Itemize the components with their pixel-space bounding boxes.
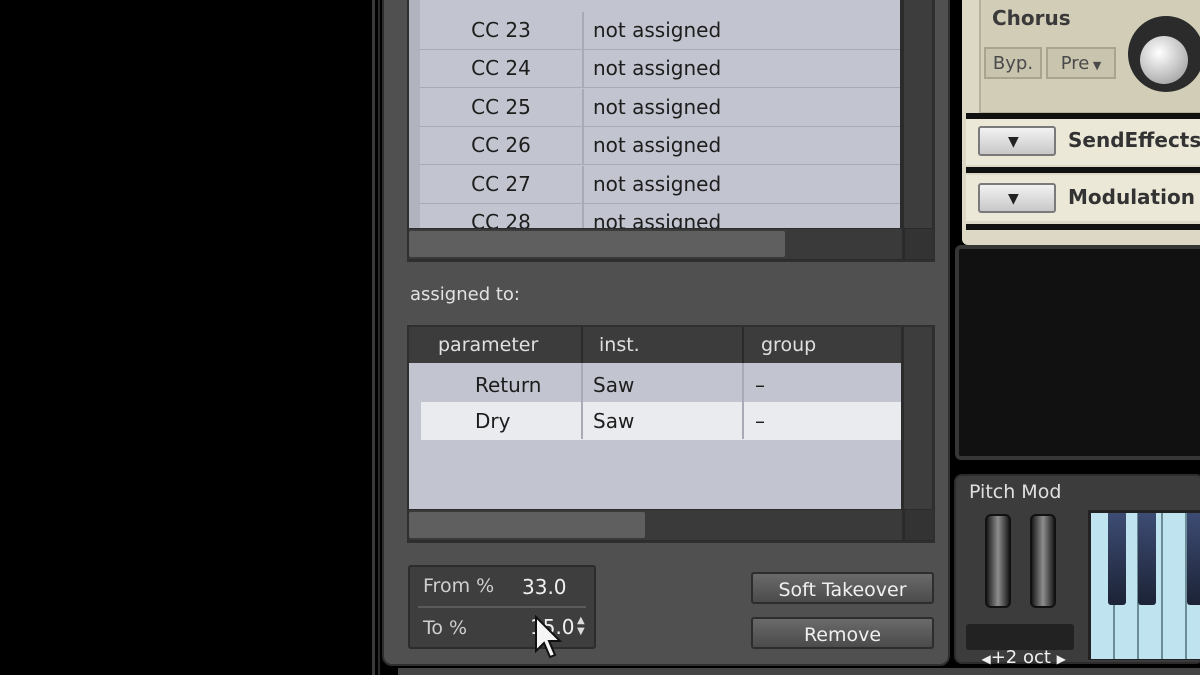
from-percent-value[interactable]: 33.0 bbox=[522, 575, 567, 599]
soft-takeover-button[interactable]: Soft Takeover bbox=[751, 572, 934, 604]
assigned-table-header: parameter inst. group bbox=[409, 327, 901, 363]
white-key[interactable] bbox=[1163, 513, 1187, 659]
column-divider bbox=[581, 327, 583, 363]
assigned-vertical-scrollbar[interactable] bbox=[902, 327, 932, 509]
column-header-group[interactable]: group bbox=[761, 327, 816, 363]
preset-label: Pre bbox=[1060, 53, 1090, 74]
cc-assignment: not assigned bbox=[593, 210, 722, 228]
mod-wheel[interactable] bbox=[1030, 514, 1056, 608]
assigned-parameter: Return bbox=[475, 373, 542, 397]
assigned-row[interactable]: Return Saw – bbox=[409, 366, 901, 404]
cc-list-body: CC 23 not assigned CC 24 not assigned CC… bbox=[420, 0, 900, 228]
send-effects-label: SendEffects bbox=[1068, 128, 1200, 152]
triangle-left-icon[interactable]: ◀ bbox=[981, 652, 990, 666]
modulation-label: Modulation bbox=[1068, 185, 1195, 209]
column-header-parameter[interactable]: parameter bbox=[438, 327, 538, 363]
knob-cap-icon bbox=[1140, 36, 1188, 84]
preset-button[interactable]: Pre ▼ bbox=[1046, 47, 1116, 79]
assigned-instrument: Saw bbox=[593, 409, 635, 433]
cc-assignment: not assigned bbox=[593, 18, 722, 42]
empty-workspace bbox=[0, 0, 372, 675]
column-divider bbox=[742, 327, 744, 363]
cc-assignment: not assigned bbox=[593, 95, 722, 119]
cc-assignment: not assigned bbox=[593, 133, 722, 157]
chorus-title: Chorus bbox=[992, 6, 1071, 30]
assigned-scroll-thumb[interactable] bbox=[409, 512, 645, 538]
assigned-parameter: Dry bbox=[475, 409, 511, 433]
cc-list-scroll-corner bbox=[903, 229, 933, 259]
section-divider bbox=[966, 167, 1200, 173]
bypass-button[interactable]: Byp. bbox=[984, 47, 1042, 79]
black-key[interactable] bbox=[1108, 513, 1126, 605]
triangle-right-icon[interactable]: ▶ bbox=[1057, 652, 1066, 666]
cc-list-scroll-thumb[interactable] bbox=[409, 231, 785, 257]
assigned-group: – bbox=[755, 409, 765, 433]
send-effects-expand-button[interactable]: ▼ bbox=[978, 126, 1056, 156]
triangle-down-icon: ▼ bbox=[1008, 191, 1019, 207]
cc-row[interactable]: CC 26 not assigned bbox=[420, 127, 900, 165]
column-header-inst[interactable]: inst. bbox=[599, 327, 640, 363]
pitch-wheel[interactable] bbox=[985, 514, 1011, 608]
cc-assignment: not assigned bbox=[593, 172, 722, 196]
piano-keyboard[interactable] bbox=[1088, 510, 1200, 660]
bottom-edge bbox=[398, 668, 1200, 675]
column-divider bbox=[742, 363, 744, 439]
modulation-expand-button[interactable]: ▼ bbox=[978, 183, 1056, 213]
empty-rack-area bbox=[955, 245, 1200, 460]
remove-button[interactable]: Remove bbox=[751, 617, 934, 649]
cc-row[interactable]: CC 25 not assigned bbox=[420, 89, 900, 127]
assigned-table-body: Return Saw – Dry Saw – bbox=[409, 363, 901, 509]
to-percent-stepper-icon[interactable]: ▲ ▼ bbox=[577, 615, 585, 637]
section-divider bbox=[966, 224, 1200, 230]
from-percent-label: From % bbox=[423, 575, 495, 597]
assigned-scroll-corner bbox=[903, 510, 933, 540]
cc-list-vertical-scrollbar[interactable] bbox=[902, 0, 932, 228]
cc-assignment: not assigned bbox=[593, 56, 722, 80]
pitch-mod-label: Pitch Mod bbox=[969, 481, 1062, 503]
cc-row[interactable]: CC 24 not assigned bbox=[420, 50, 900, 88]
window-divider bbox=[372, 0, 375, 675]
assigned-row-selected[interactable]: Dry Saw – bbox=[421, 402, 901, 440]
cc-number: CC 25 bbox=[420, 89, 584, 126]
mouse-cursor-icon bbox=[535, 615, 563, 659]
cc-row[interactable]: CC 23 not assigned bbox=[420, 12, 900, 50]
column-divider bbox=[581, 363, 583, 439]
black-key[interactable] bbox=[1187, 513, 1200, 605]
cc-number: CC 26 bbox=[420, 127, 584, 164]
cc-number: CC 27 bbox=[420, 166, 584, 203]
triangle-down-icon: ▼ bbox=[1008, 134, 1019, 150]
assigned-instrument: Saw bbox=[593, 373, 635, 397]
assigned-group: – bbox=[755, 373, 765, 397]
window-divider-inner bbox=[378, 0, 380, 675]
cc-row[interactable]: CC 27 not assigned bbox=[420, 166, 900, 204]
to-percent-label: To % bbox=[423, 617, 468, 639]
cc-number: CC 24 bbox=[420, 50, 584, 87]
cc-row[interactable]: CC 28 not assigned bbox=[420, 204, 900, 228]
octave-display: ◀+2 oct ▶ bbox=[970, 626, 1066, 668]
range-divider bbox=[418, 606, 586, 608]
assigned-to-label: assigned to: bbox=[410, 284, 520, 305]
cc-number: CC 28 bbox=[420, 204, 584, 228]
octave-value: +2 oct bbox=[990, 647, 1051, 668]
chevron-down-icon: ▼ bbox=[1089, 59, 1102, 72]
black-key[interactable] bbox=[1138, 513, 1156, 605]
cc-number: CC 23 bbox=[420, 12, 584, 49]
